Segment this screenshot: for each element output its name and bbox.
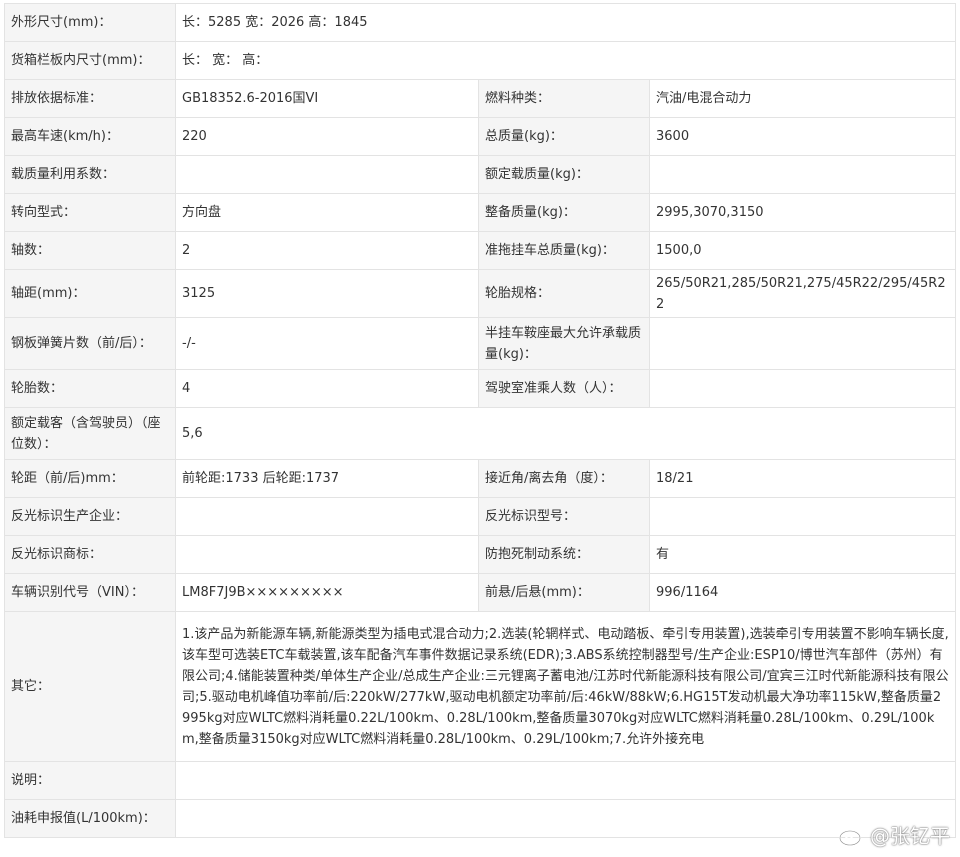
label-tire-count: 轮胎数：	[4, 369, 176, 408]
weibo-watermark: @张钇平	[838, 820, 950, 849]
label-fuel-consumption: 油耗申报值(L/100km)：	[4, 799, 176, 838]
label-reflective-brand: 反光标识商标：	[4, 535, 176, 574]
label-total-mass: 总质量(kg)：	[478, 117, 650, 156]
row-steering-curb: 转向型式： 方向盘 整备质量(kg)： 2995,3070,3150	[4, 193, 957, 232]
value-tire-spec: 265/50R21,285/50R21,275/45R22/295/45R22	[648, 269, 957, 318]
row-other: 其它： 1.该产品为新能源车辆,新能源类型为插电式混合动力;2.选装(轮辋样式、…	[4, 611, 957, 762]
row-wheelbase-tires: 轴距(mm)： 3125 轮胎规格： 265/50R21,285/50R21,2…	[4, 269, 957, 318]
value-load-coefficient	[175, 155, 479, 194]
value-track-width: 前轮距:1733 后轮距:1737	[175, 459, 479, 498]
label-cargo-box-dimensions: 货箱栏板内尺寸(mm)：	[4, 41, 176, 80]
value-overhang: 996/1164	[648, 573, 957, 612]
label-overall-dimensions: 外形尺寸(mm)：	[4, 3, 176, 42]
label-leaf-springs: 钢板弹簧片数（前/后）：	[4, 317, 176, 370]
label-fuel-type: 燃料种类：	[478, 79, 650, 118]
watermark-text: @张钇平	[870, 824, 950, 848]
value-reflective-brand	[175, 535, 479, 574]
label-tire-spec: 轮胎规格：	[478, 269, 650, 318]
value-seating: 5,6	[174, 407, 957, 460]
label-rated-load: 额定载质量(kg)：	[478, 155, 650, 194]
label-notes: 说明：	[4, 761, 176, 800]
value-overall-dimensions: 长：5285 宽：2026 高：1845	[174, 3, 957, 42]
row-fuel-consumption: 油耗申报值(L/100km)：	[4, 799, 957, 838]
label-cab-occupants: 驾驶室准乘人数（人）：	[478, 369, 650, 408]
row-reflective-maker: 反光标识生产企业： 反光标识型号：	[4, 497, 957, 536]
row-axles-trailer: 轴数： 2 准拖挂车总质量(kg)： 1500,0	[4, 231, 957, 270]
value-saddle-load	[648, 317, 957, 370]
row-speed-mass: 最高车速(km/h)： 220 总质量(kg)： 3600	[4, 117, 957, 156]
row-cargo-box-dimensions: 货箱栏板内尺寸(mm)： 长： 宽： 高：	[4, 41, 957, 80]
vehicle-spec-table: 外形尺寸(mm)： 长：5285 宽：2026 高：1845 货箱栏板内尺寸(m…	[4, 3, 957, 838]
value-abs: 有	[648, 535, 957, 574]
value-rated-load	[648, 155, 957, 194]
value-total-mass: 3600	[648, 117, 957, 156]
label-emission-standard: 排放依据标准：	[4, 79, 176, 118]
value-max-speed: 220	[175, 117, 479, 156]
value-axle-count: 2	[175, 231, 479, 270]
label-reflective-maker: 反光标识生产企业：	[4, 497, 176, 536]
label-axle-count: 轴数：	[4, 231, 176, 270]
row-seating: 额定载客（含驾驶员）（座位数）： 5,6	[4, 407, 957, 460]
label-track-width: 轮距（前/后)mm：	[4, 459, 176, 498]
label-approach-departure: 接近角/离去角（度）：	[478, 459, 650, 498]
label-other: 其它：	[4, 611, 176, 762]
label-max-speed: 最高车速(km/h)：	[4, 117, 176, 156]
row-track-angles: 轮距（前/后)mm： 前轮距:1733 后轮距:1737 接近角/离去角（度）：…	[4, 459, 957, 498]
label-curb-mass: 整备质量(kg)：	[478, 193, 650, 232]
value-tire-count: 4	[175, 369, 479, 408]
label-load-coefficient: 载质量利用系数：	[4, 155, 176, 194]
value-reflective-maker	[175, 497, 479, 536]
value-vin: LM8F7J9B×××××××××	[175, 573, 479, 612]
value-cargo-box-dimensions: 长： 宽： 高：	[174, 41, 957, 80]
row-emission-fuel: 排放依据标准： GB18352.6-2016国VI 燃料种类： 汽油/电混合动力	[4, 79, 957, 118]
value-other: 1.该产品为新能源车辆,新能源类型为插电式混合动力;2.选装(轮辋样式、电动踏板…	[174, 611, 957, 762]
value-leaf-springs: -/-	[175, 317, 479, 370]
label-vin: 车辆识别代号（VIN）：	[4, 573, 176, 612]
value-curb-mass: 2995,3070,3150	[648, 193, 957, 232]
label-trailer-mass: 准拖挂车总质量(kg)：	[478, 231, 650, 270]
label-overhang: 前悬/后悬(mm)：	[478, 573, 650, 612]
value-reflective-model	[648, 497, 957, 536]
value-steering-type: 方向盘	[175, 193, 479, 232]
value-approach-departure: 18/21	[648, 459, 957, 498]
row-overall-dimensions: 外形尺寸(mm)： 长：5285 宽：2026 高：1845	[4, 3, 957, 42]
value-trailer-mass: 1500,0	[648, 231, 957, 270]
row-vin-overhang: 车辆识别代号（VIN）： LM8F7J9B××××××××× 前悬/后悬(mm)…	[4, 573, 957, 612]
row-notes: 说明：	[4, 761, 957, 800]
label-abs: 防抱死制动系统：	[478, 535, 650, 574]
label-saddle-load: 半挂车鞍座最大允许承载质量(kg)：	[478, 317, 650, 370]
weibo-icon	[838, 825, 864, 846]
row-reflective-abs: 反光标识商标： 防抱死制动系统： 有	[4, 535, 957, 574]
value-notes	[174, 761, 957, 800]
label-steering-type: 转向型式：	[4, 193, 176, 232]
row-load-coefficient: 载质量利用系数： 额定载质量(kg)：	[4, 155, 957, 194]
row-tire-count-cab: 轮胎数： 4 驾驶室准乘人数（人）：	[4, 369, 957, 408]
value-fuel-type: 汽油/电混合动力	[648, 79, 957, 118]
value-emission-standard: GB18352.6-2016国VI	[175, 79, 479, 118]
value-cab-occupants	[648, 369, 957, 408]
label-seating: 额定载客（含驾驶员）（座位数）：	[4, 407, 176, 460]
row-springs-saddle: 钢板弹簧片数（前/后）： -/- 半挂车鞍座最大允许承载质量(kg)：	[4, 317, 957, 370]
label-wheelbase: 轴距(mm)：	[4, 269, 176, 318]
value-wheelbase: 3125	[175, 269, 479, 318]
label-reflective-model: 反光标识型号：	[478, 497, 650, 536]
